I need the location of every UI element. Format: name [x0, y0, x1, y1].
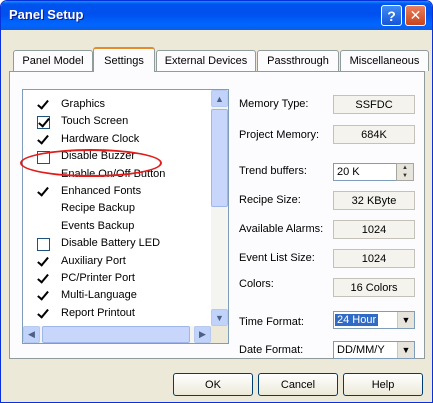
checkmark-icon[interactable]	[37, 308, 50, 321]
available-alarms-value: 1024	[333, 220, 415, 239]
checkmark-icon[interactable]	[37, 99, 50, 112]
list-item-label: Hardware Clock	[61, 132, 140, 145]
colors-label: Colors:	[239, 278, 274, 290]
recipe-size-label: Recipe Size:	[239, 194, 301, 206]
list-item[interactable]: Multi-Language	[23, 287, 211, 304]
list-item[interactable]: PC/Printer Port	[23, 270, 211, 287]
list-item-label: Events Backup	[61, 219, 135, 232]
project-memory-value: 684K	[333, 125, 415, 144]
date-format-value: DD/MM/Y	[337, 344, 385, 356]
event-list-size-label: Event List Size:	[239, 252, 315, 264]
recipe-size-value: 32 KByte	[333, 191, 415, 210]
colors-value: 16 Colors	[333, 278, 415, 297]
cancel-button[interactable]: Cancel	[258, 373, 338, 396]
list-item-label: Recipe Backup	[61, 202, 135, 215]
tab-external-devices[interactable]: External Devices	[156, 50, 256, 71]
chevron-right-icon: ▶	[199, 329, 206, 339]
scroll-left-button[interactable]: ◀	[23, 326, 40, 343]
time-format-select[interactable]: 24 Hour ▼	[333, 311, 415, 329]
tab-strip: Panel Model Settings External Devices Pa…	[9, 47, 429, 72]
list-item[interactable]: Touch Screen	[23, 113, 211, 130]
settings-list: Graphics Touch Screen Hardware Clock Disabl…	[23, 96, 211, 322]
list-item[interactable]: Events Backup	[23, 218, 211, 235]
help-button[interactable]: Help	[343, 373, 423, 396]
list-item-label: PC/Printer Port	[61, 271, 135, 284]
list-item-label: Disable Battery LED	[61, 237, 161, 250]
close-button[interactable]: ✕	[405, 5, 426, 26]
chevron-down-icon[interactable]: ▼	[397, 342, 414, 358]
close-icon: ✕	[409, 7, 422, 23]
list-item-label: Graphics	[61, 98, 106, 110]
tab-settings[interactable]: Settings	[93, 47, 155, 72]
event-list-size-value: 1024	[333, 249, 415, 268]
question-icon: ?	[387, 7, 396, 24]
chevron-down-icon: ▼	[215, 312, 224, 323]
time-format-value: 24 Hour	[335, 314, 379, 326]
vertical-scrollbar[interactable]: ▲ ▼	[211, 90, 228, 326]
list-item-label: Auxiliary Port	[61, 254, 126, 267]
list-item[interactable]: Auxiliary Port	[23, 253, 211, 270]
horizontal-scrollbar[interactable]: ◀ ▶	[23, 326, 211, 343]
scroll-up-button[interactable]: ▲	[211, 90, 228, 107]
scroll-right-button[interactable]: ▶	[194, 326, 211, 343]
spin-up-icon[interactable]: ▲	[397, 164, 413, 172]
window-title: Panel Setup	[9, 7, 84, 22]
settings-listbox[interactable]: Graphics Touch Screen Hardware Clock Disabl…	[22, 89, 229, 344]
spin-down-icon[interactable]: ▼	[397, 172, 413, 180]
memory-type-label: Memory Type:	[239, 98, 309, 110]
available-alarms-label: Available Alarms:	[239, 223, 324, 235]
list-item[interactable]: Report Printout	[23, 305, 211, 322]
vertical-scroll-thumb[interactable]	[211, 109, 228, 207]
title-bar[interactable]: Panel Setup ? ✕	[1, 1, 432, 30]
list-item-label: Enhanced Fonts	[61, 184, 142, 197]
list-item[interactable]: Disable Battery LED	[23, 235, 211, 252]
checkmark-icon[interactable]	[37, 290, 50, 303]
memory-type-value: SSFDC	[333, 95, 415, 114]
checkbox-icon[interactable]	[37, 238, 50, 252]
date-format-select[interactable]: DD/MM/Y ▼	[333, 341, 415, 359]
list-item[interactable]: Enhanced Fonts	[23, 183, 211, 200]
red-highlight-circle	[20, 149, 162, 177]
date-format-label: Date Format:	[239, 344, 304, 356]
checkmark-icon[interactable]	[37, 186, 50, 199]
list-item-label: Multi-Language	[61, 289, 137, 302]
chevron-up-icon: ▲	[215, 93, 224, 104]
checkmark-icon[interactable]	[37, 256, 50, 269]
list-item[interactable]: Recipe Backup	[23, 200, 211, 217]
scrollbar-corner	[211, 326, 228, 343]
checked-checkbox-icon[interactable]	[37, 116, 50, 130]
scroll-down-button[interactable]: ▼	[211, 309, 228, 326]
list-item[interactable]: Graphics	[23, 96, 211, 113]
tab-panel-model[interactable]: Panel Model	[13, 50, 93, 71]
chevron-down-icon[interactable]: ▼	[397, 312, 414, 328]
trend-buffers-spinner[interactable]: ▲ ▼	[396, 163, 414, 181]
tab-passthrough[interactable]: Passthrough	[257, 50, 339, 71]
checkmark-icon[interactable]	[37, 134, 50, 147]
list-item-label: Report Printout	[61, 306, 135, 319]
horizontal-scroll-thumb[interactable]	[42, 326, 190, 343]
checkmark-icon[interactable]	[37, 273, 50, 286]
list-item-label: Touch Screen	[61, 115, 129, 128]
panel-setup-dialog: Panel Setup ? ✕ Panel Model Settings Ext…	[0, 0, 433, 403]
help-title-button[interactable]: ?	[381, 5, 402, 26]
trend-buffers-input[interactable]: 20 K	[333, 163, 397, 181]
time-format-label: Time Format:	[239, 316, 304, 328]
tab-miscellaneous[interactable]: Miscellaneous	[340, 50, 429, 71]
list-item[interactable]: Hardware Clock	[23, 131, 211, 148]
project-memory-label: Project Memory:	[239, 129, 320, 141]
trend-buffers-label: Trend buffers:	[239, 165, 307, 177]
chevron-left-icon: ◀	[28, 329, 35, 339]
ok-button[interactable]: OK	[173, 373, 253, 396]
